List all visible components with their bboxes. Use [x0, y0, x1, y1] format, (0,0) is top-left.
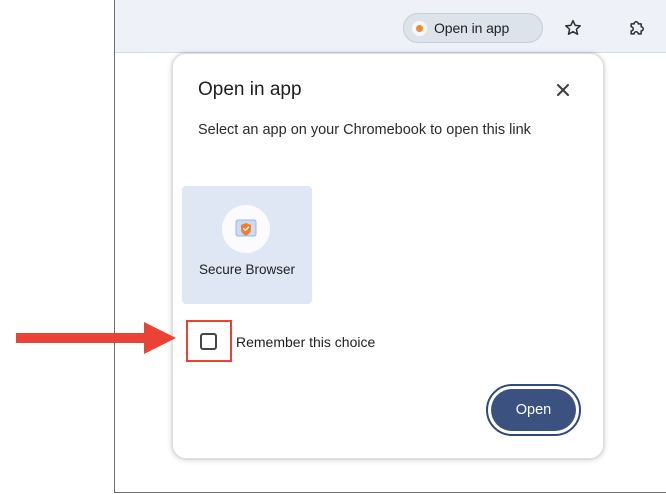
star-icon[interactable] [557, 12, 589, 44]
red-arrow [16, 322, 176, 354]
app-label: Secure Browser [198, 262, 296, 277]
close-icon [557, 84, 569, 96]
dialog-title: Open in app [198, 79, 302, 100]
open-in-app-chip[interactable]: Open in app [403, 13, 543, 43]
close-button[interactable] [549, 76, 577, 104]
open-in-app-dialog: Open in app Select an app on your Chrome… [172, 53, 604, 459]
dialog-description: Select an app on your Chromebook to open… [198, 122, 531, 138]
open-in-app-chip-label: Open in app [434, 20, 510, 36]
remember-choice-checkbox[interactable] [200, 333, 217, 350]
app-option-secure-browser[interactable]: Secure Browser [182, 186, 312, 304]
remember-choice-label[interactable]: Remember this choice [236, 334, 375, 350]
browser-toolbar: Open in app [115, 0, 666, 53]
open-button-label: Open [491, 389, 576, 431]
open-button[interactable]: Open [486, 384, 581, 436]
puzzle-icon[interactable] [621, 12, 653, 44]
app-dot-icon [412, 20, 427, 36]
shield-icon [222, 205, 270, 253]
